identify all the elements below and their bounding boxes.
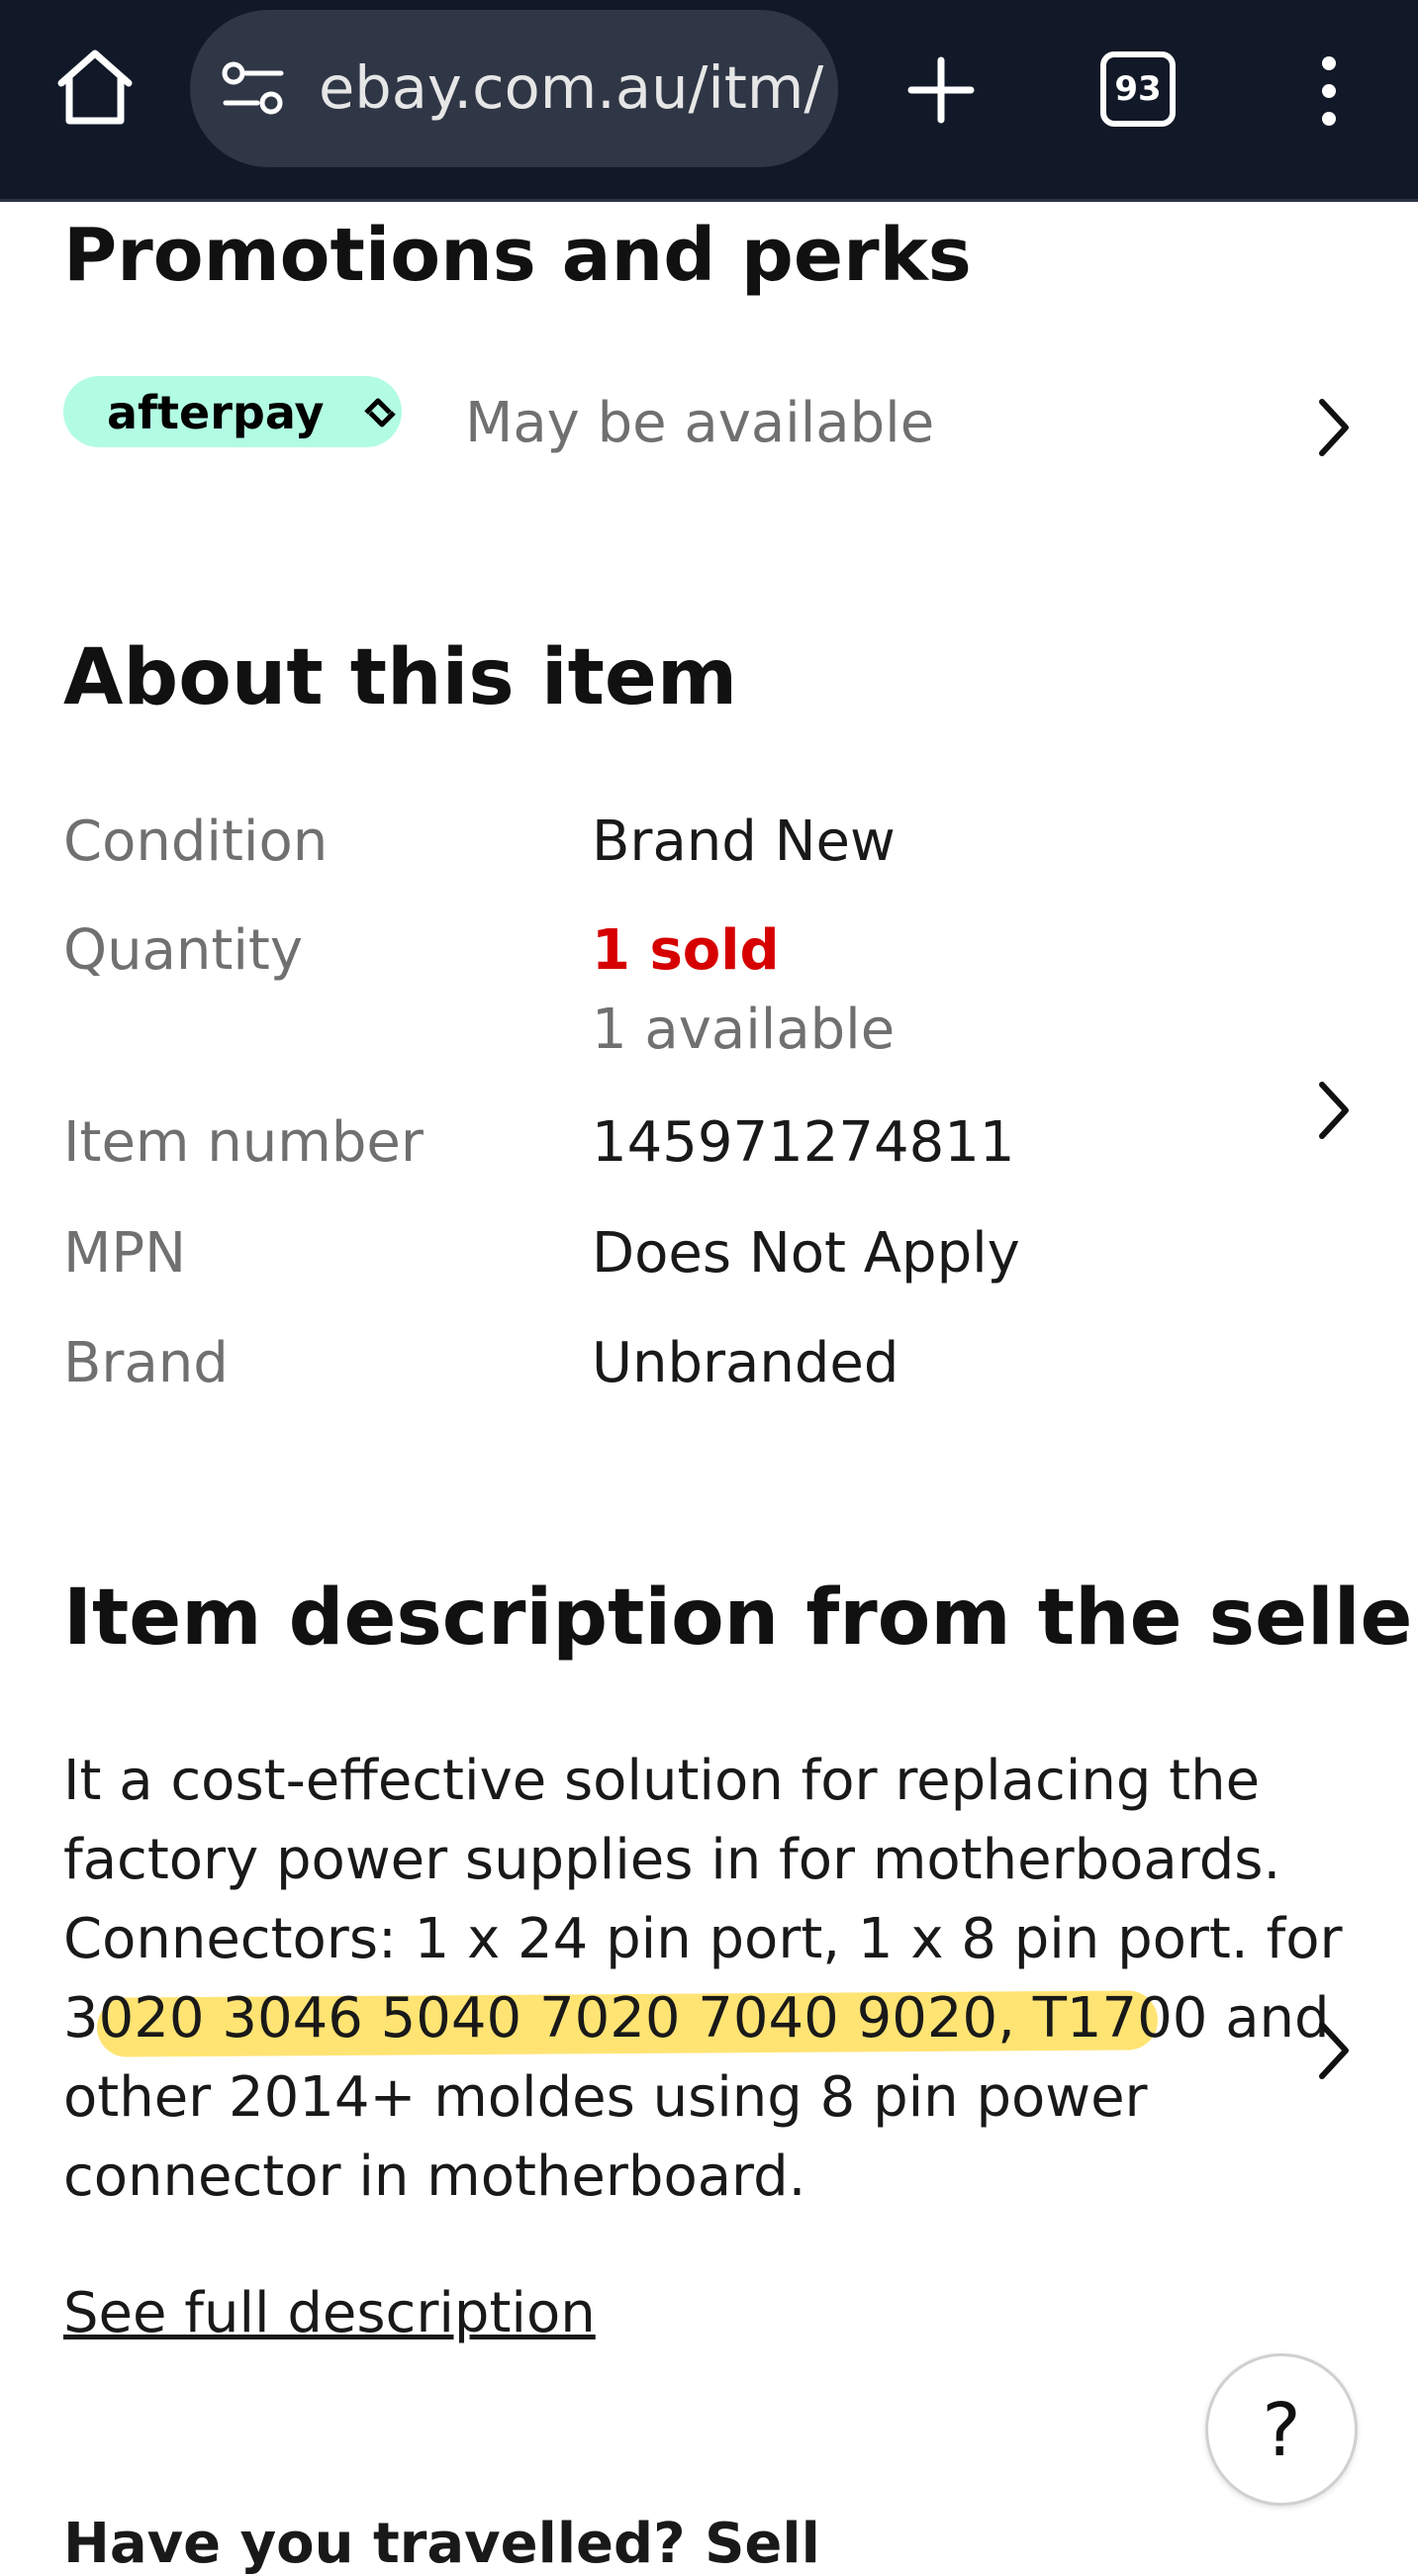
quantity-label: Quantity	[63, 918, 303, 983]
description-chevron-icon[interactable]	[1314, 2019, 1354, 2082]
promotions-chevron-icon[interactable]	[1314, 396, 1354, 459]
home-icon[interactable]	[47, 40, 142, 135]
afterpay-logo-icon	[364, 398, 396, 428]
description-line: Connectors: 1 x 24 pin port, 1 x 8 pin p…	[63, 1907, 1343, 1971]
brand-value: Unbranded	[592, 1331, 899, 1395]
condition-label: Condition	[63, 810, 329, 874]
promotions-title: Promotions and perks	[63, 213, 972, 298]
quantity-sold: 1 sold	[592, 918, 780, 983]
mpn-value: Does Not Apply	[592, 1221, 1020, 1286]
new-tab-icon[interactable]	[905, 54, 977, 126]
url-text[interactable]: ebay.com.au/itm/	[319, 53, 823, 122]
description-text: It a cost-effective solution for replaci…	[63, 1742, 1343, 2217]
afterpay-badge: afterpay	[63, 376, 402, 447]
description-line: It a cost-effective solution for replaci…	[63, 1749, 1261, 1813]
brand-label: Brand	[63, 1331, 229, 1395]
condition-value: Brand New	[592, 810, 896, 874]
tab-count: 93	[1114, 69, 1162, 109]
afterpay-label: afterpay	[107, 386, 325, 439]
description-line: factory power supplies in for motherboar…	[63, 1828, 1281, 1892]
next-section-title: Have you travelled? Sell	[63, 2512, 820, 2576]
more-menu-icon[interactable]	[1304, 51, 1354, 131]
mpn-label: MPN	[63, 1221, 186, 1286]
afterpay-availability: May be available	[465, 391, 935, 455]
tab-switcher-button[interactable]: 93	[1100, 51, 1176, 127]
description-line: 3020 3046 5040 7020 7040 9020, T1700 and	[63, 1986, 1330, 2051]
description-line: connector in motherboard.	[63, 2145, 806, 2209]
see-full-description-link[interactable]: See full description	[63, 2281, 596, 2345]
toolbar-divider	[0, 199, 1418, 202]
description-title: Item description from the seller	[63, 1574, 1418, 1663]
address-bar[interactable]: ebay.com.au/itm/	[190, 10, 838, 167]
quantity-available: 1 available	[592, 998, 896, 1062]
help-button[interactable]: ?	[1205, 2353, 1358, 2506]
site-settings-icon[interactable]	[220, 59, 289, 119]
browser-toolbar: ebay.com.au/itm/ 93	[0, 0, 1418, 202]
about-title: About this item	[63, 633, 738, 722]
help-icon: ?	[1262, 2388, 1301, 2473]
about-chevron-icon[interactable]	[1314, 1079, 1354, 1142]
item-number-value: 145971274811	[592, 1110, 1015, 1175]
item-number-label: Item number	[63, 1110, 424, 1175]
description-line: other 2014+ moldes using 8 pin power	[63, 2065, 1148, 2130]
